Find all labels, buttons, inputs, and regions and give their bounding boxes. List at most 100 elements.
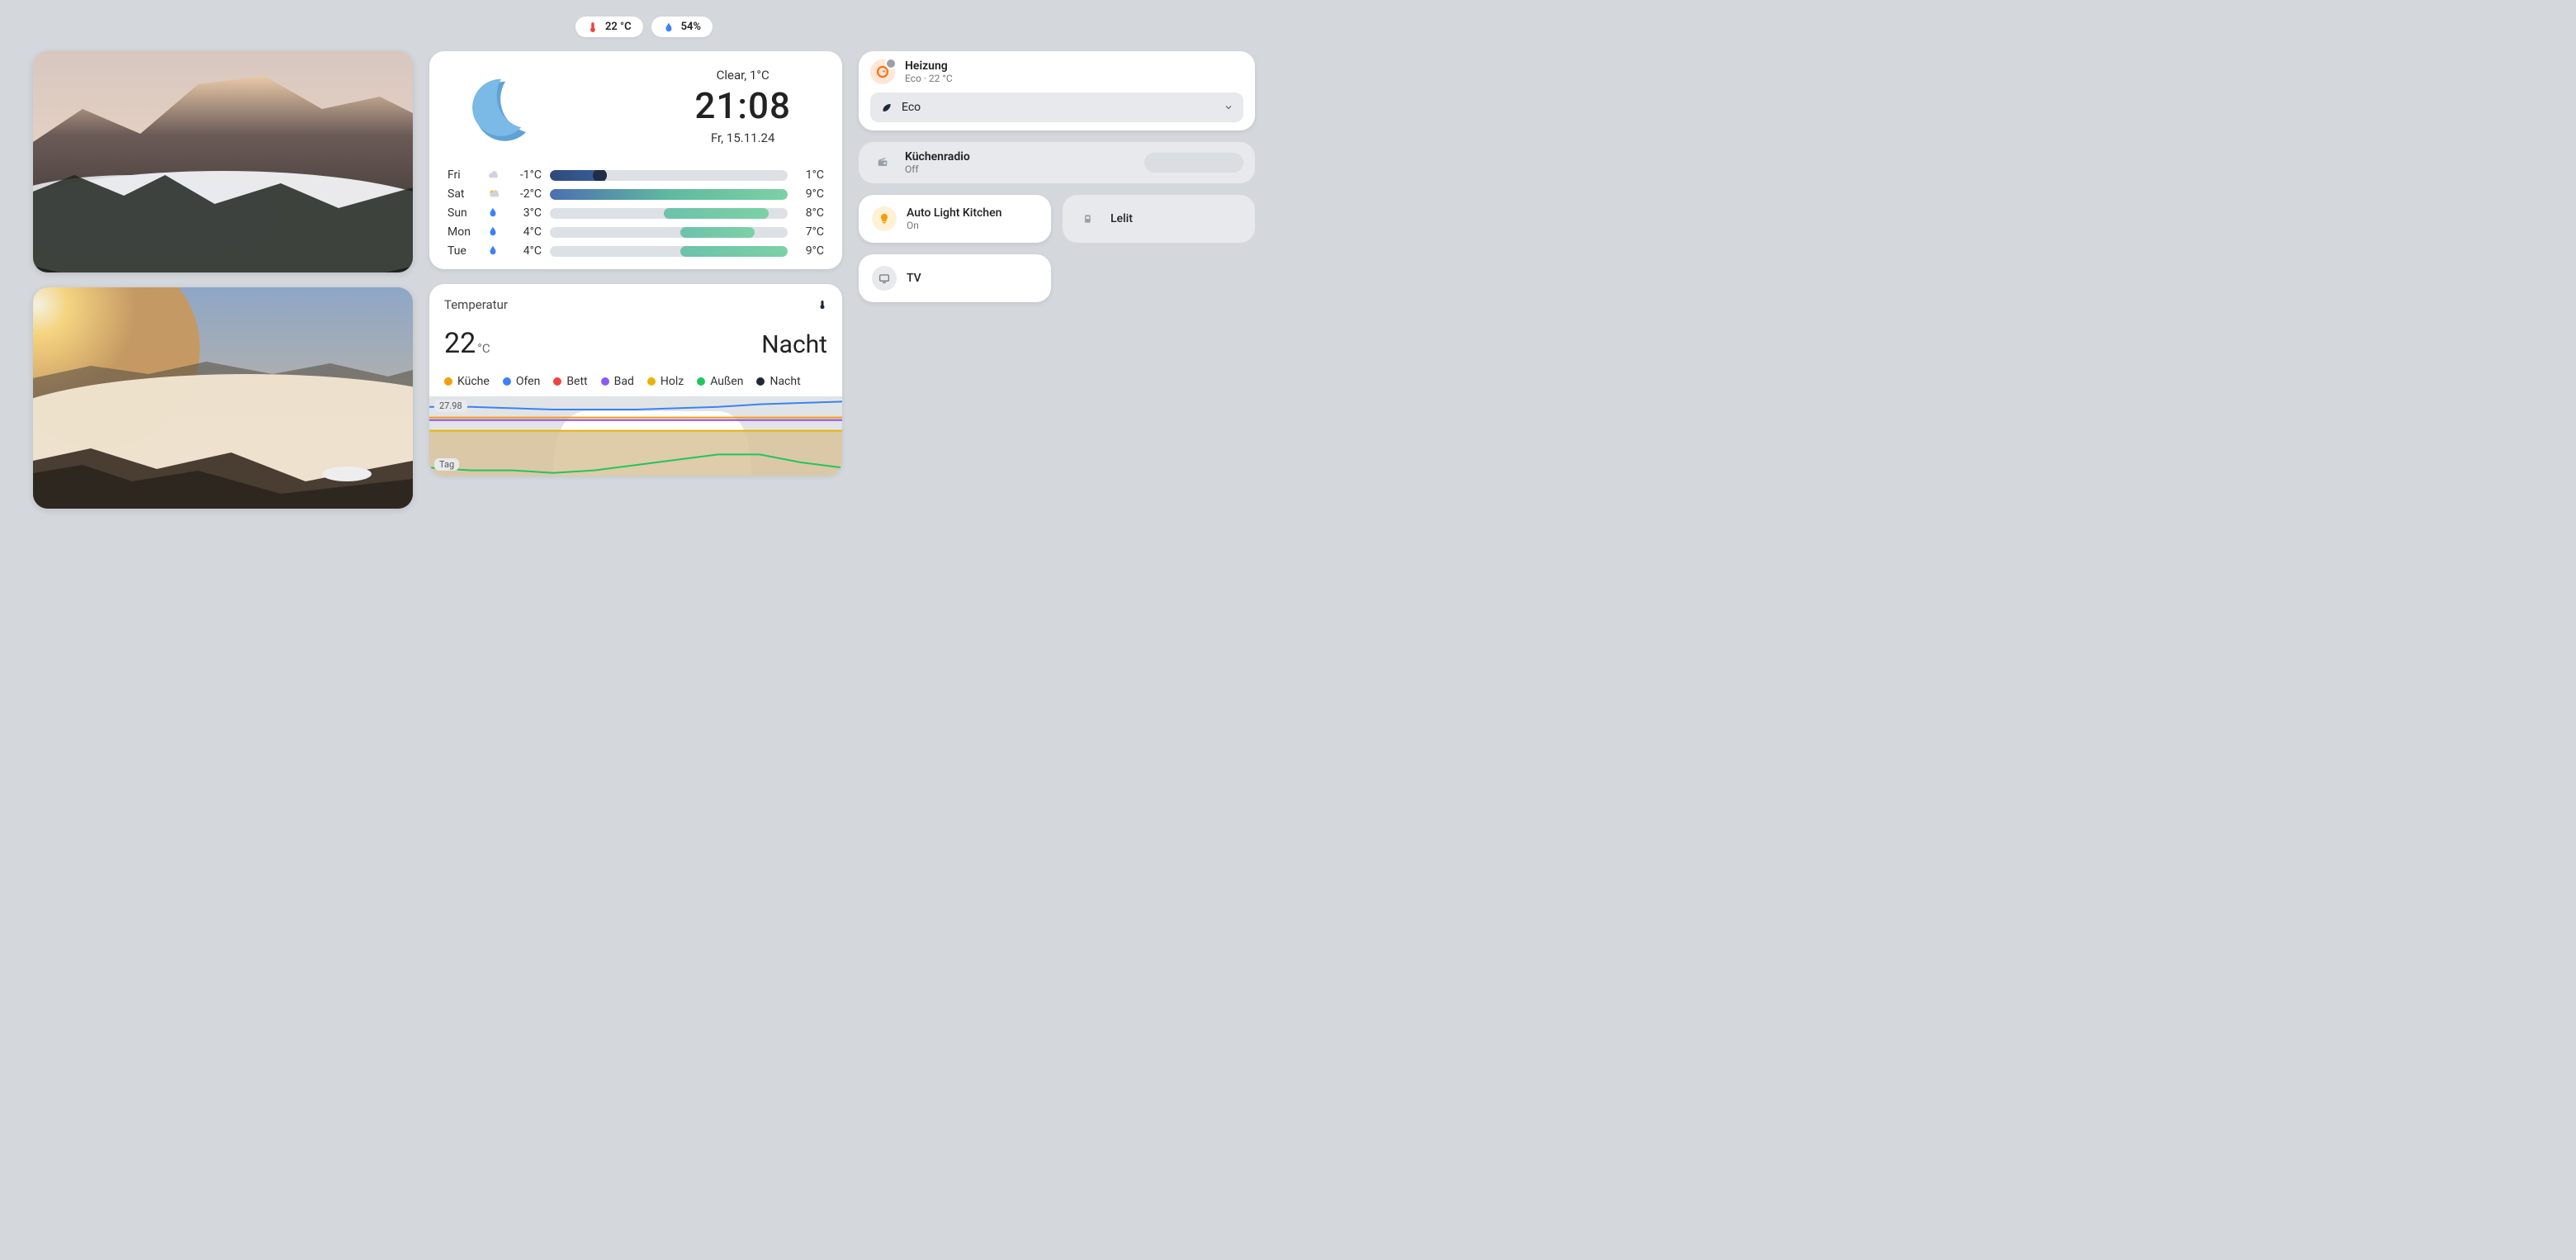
- forecast-low: -2°C: [509, 187, 545, 201]
- tv-name: TV: [907, 272, 921, 285]
- lightbulb-icon: [872, 206, 897, 231]
- forecast-high: 1°C: [793, 168, 824, 182]
- tv-icon: [872, 266, 897, 291]
- legend-item[interactable]: Holz: [647, 375, 684, 388]
- heating-name: Heizung: [905, 59, 1243, 73]
- heating-mode-label: Eco: [902, 101, 921, 114]
- forecast-row[interactable]: Fri -1°C 1°C: [447, 168, 824, 182]
- forecast-row[interactable]: Sat -2°C 9°C: [447, 187, 824, 201]
- forecast-low: -1°C: [509, 168, 545, 182]
- lelit-name: Lelit: [1110, 212, 1133, 225]
- radio-card[interactable]: Küchenradio Off: [859, 142, 1255, 183]
- forecast-low: 4°C: [509, 244, 545, 258]
- forecast-high: 7°C: [793, 225, 824, 239]
- photo-card-1[interactable]: [33, 51, 413, 272]
- humidity-icon: [663, 21, 675, 33]
- forecast-bar: [550, 246, 788, 257]
- status-badge-icon: [885, 58, 897, 69]
- legend-item[interactable]: Bad: [601, 375, 634, 388]
- center-column: Clear, 1°C 21:08 Fr, 15.11.24 Fri -1°C 1…: [429, 51, 842, 476]
- legend-item[interactable]: Küche: [444, 375, 490, 388]
- heating-icon: [870, 59, 895, 84]
- lelit-card[interactable]: Lelit: [1063, 195, 1255, 243]
- date: Fr, 15.11.24: [694, 130, 791, 145]
- heating-mode-select[interactable]: Eco: [870, 92, 1243, 122]
- radio-icon: [870, 150, 895, 175]
- temperature-state: Nacht: [761, 330, 827, 359]
- forecast-row[interactable]: Tue 4°C 9°C: [447, 244, 824, 258]
- tv-card[interactable]: TV: [859, 254, 1051, 302]
- weather-icon: [487, 206, 500, 220]
- temperature-chart: 27.98 Tag: [429, 396, 842, 476]
- chip-temperature-value: 22 °C: [605, 21, 632, 33]
- forecast-row[interactable]: Mon 4°C 7°C: [447, 225, 824, 239]
- autolight-sub: On: [907, 220, 1038, 231]
- forecast-day: Sun: [447, 206, 482, 220]
- legend-label: Bad: [614, 375, 634, 388]
- legend-label: Küche: [457, 375, 490, 388]
- weather-condition: Clear, 1°C: [694, 68, 791, 83]
- chart-x-label: Tag: [434, 458, 459, 471]
- autolight-card[interactable]: Auto Light Kitchen On: [859, 195, 1051, 243]
- chart-y-label: 27.98: [434, 400, 467, 412]
- thermometer-icon: [587, 21, 599, 33]
- radio-slider[interactable]: [1144, 153, 1243, 173]
- chip-humidity[interactable]: 54%: [651, 17, 713, 37]
- legend-label: Bett: [566, 375, 587, 388]
- legend-item[interactable]: Ofen: [503, 375, 541, 388]
- legend-label: Ofen: [516, 375, 541, 388]
- weather-icon: [487, 244, 500, 258]
- chip-temperature[interactable]: 22 °C: [575, 17, 643, 37]
- dashboard-canvas: 22 °C 54%: [15, 15, 1273, 615]
- forecast-bar: [550, 189, 788, 200]
- right-column: Heizung Eco · 22 °C Eco: [859, 51, 1255, 302]
- forecast-list: Fri -1°C 1°C Sat -2°C 9°C Sun 3°C 8°C Mo…: [447, 168, 824, 258]
- chip-humidity-value: 54%: [681, 21, 701, 33]
- legend-dot: [647, 377, 656, 386]
- temperature-title: Temperatur: [444, 297, 508, 312]
- legend-label: Außen: [710, 375, 743, 388]
- radio-name: Küchenradio: [905, 150, 1134, 163]
- thermometer-icon: [817, 297, 827, 312]
- coffee-icon: [1076, 206, 1101, 231]
- forecast-low: 4°C: [509, 225, 545, 239]
- forecast-day: Fri: [447, 168, 482, 182]
- legend-item[interactable]: Außen: [697, 375, 743, 388]
- weather-icon: [487, 225, 500, 239]
- legend-dot: [756, 377, 765, 386]
- legend-item[interactable]: Nacht: [756, 375, 800, 388]
- legend-dot: [697, 377, 705, 386]
- clock: 21:08: [694, 84, 791, 127]
- legend-label: Holz: [661, 375, 684, 388]
- chevron-down-icon: [1224, 102, 1234, 112]
- forecast-bar: [550, 227, 788, 238]
- forecast-high: 9°C: [793, 244, 824, 258]
- autolight-name: Auto Light Kitchen: [907, 206, 1038, 220]
- weather-icon: [487, 168, 500, 182]
- legend-dot: [444, 377, 452, 386]
- forecast-row[interactable]: Sun 3°C 8°C: [447, 206, 824, 220]
- weather-icon: [487, 187, 500, 201]
- forecast-day: Sat: [447, 187, 482, 201]
- temperature-legend: Küche Ofen Bett Bad Holz Außen Nacht: [444, 375, 827, 388]
- temperature-card[interactable]: Temperatur 22°C Nacht Küche Ofen Bett Bad Ho…: [429, 284, 842, 476]
- forecast-bar: [550, 208, 788, 219]
- top-sensor-chips: 22 °C 54%: [575, 17, 713, 37]
- weather-card[interactable]: Clear, 1°C 21:08 Fr, 15.11.24 Fri -1°C 1…: [429, 51, 842, 269]
- leaf-icon: [880, 101, 893, 114]
- heating-sub: Eco · 22 °C: [905, 73, 1243, 84]
- heating-card[interactable]: Heizung Eco · 22 °C Eco: [859, 51, 1255, 130]
- legend-dot: [601, 377, 609, 386]
- forecast-day: Tue: [447, 244, 482, 258]
- photo-card-2[interactable]: [33, 287, 413, 509]
- forecast-high: 9°C: [793, 187, 824, 201]
- forecast-low: 3°C: [509, 206, 545, 220]
- legend-label: Nacht: [769, 375, 800, 388]
- moon-icon: [461, 73, 535, 147]
- photo-column: [33, 51, 413, 509]
- temperature-value: 22°C: [444, 327, 490, 360]
- legend-item[interactable]: Bett: [553, 375, 587, 388]
- forecast-day: Mon: [447, 225, 482, 239]
- forecast-bar: [550, 170, 788, 181]
- forecast-high: 8°C: [793, 206, 824, 220]
